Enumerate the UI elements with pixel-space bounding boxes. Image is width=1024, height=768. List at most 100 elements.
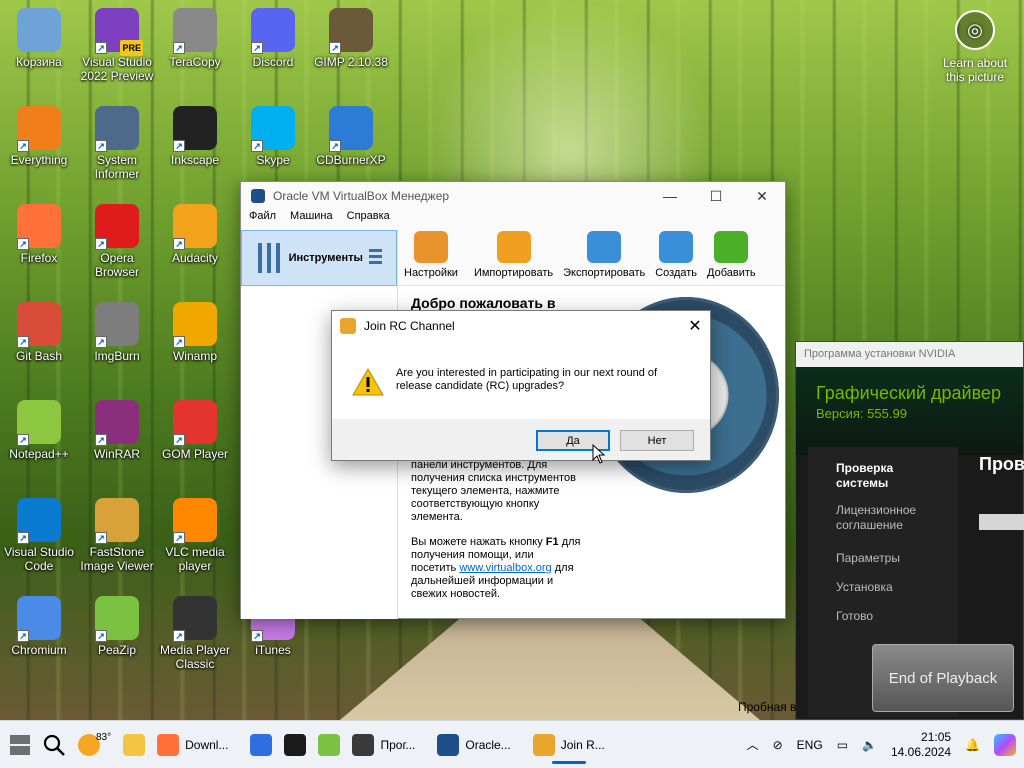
- desktop-icon-opera[interactable]: ↗ Opera Browser: [80, 204, 154, 279]
- desktop-icon-cdburnerxp[interactable]: ↗ CDBurnerXP: [314, 106, 388, 167]
- desktop-icon-everything[interactable]: ↗ Everything: [2, 106, 76, 167]
- taskbar-store[interactable]: [244, 725, 278, 765]
- step-license: Лицензионное соглашение: [836, 503, 917, 532]
- taskbar-file-explorer[interactable]: [117, 725, 151, 765]
- clock[interactable]: 21:05 14.06.2024: [891, 730, 951, 760]
- desktop-icon-firefox[interactable]: ↗ Firefox: [2, 204, 76, 265]
- desktop-icon-visual-studio[interactable]: ↗ PRE Visual Studio 2022 Preview: [80, 8, 154, 83]
- tools-item[interactable]: Инструменты: [241, 230, 397, 286]
- taskbar-join-rc[interactable]: Join R...: [527, 725, 611, 765]
- volume-icon[interactable]: 🔈: [862, 738, 877, 752]
- add-button[interactable]: Добавить: [702, 231, 761, 279]
- preview-badge: PRE: [120, 40, 143, 56]
- shortcut-arrow-icon: ↗: [329, 42, 341, 54]
- virtualbox-link[interactable]: www.virtualbox.org: [459, 562, 551, 574]
- settings-button[interactable]: Настройки: [399, 231, 463, 279]
- dialog-titlebar[interactable]: Join RC Channel ✕: [332, 311, 710, 341]
- desktop-icon-winrar[interactable]: ↗ WinRAR: [80, 400, 154, 461]
- winrar-icon: ↗: [95, 400, 139, 446]
- copilot-icon[interactable]: [994, 733, 1016, 756]
- join-rc-icon: [532, 733, 555, 756]
- audacity-icon: ↗: [173, 204, 217, 250]
- vlc-icon: ↗: [173, 498, 217, 544]
- desktop-icon-gimp[interactable]: ↗ GIMP 2.10.38: [314, 8, 388, 69]
- export-button[interactable]: Экспортировать: [558, 231, 650, 279]
- welcome-text-2: Вы можете нажать кнопку F1 для получения…: [411, 536, 581, 601]
- shortcut-arrow-icon: ↗: [95, 336, 107, 348]
- desktop-icon-chromium[interactable]: ↗ Chromium: [2, 596, 76, 657]
- desktop-icon-notepad-plus-plus[interactable]: ↗ Notepad++: [2, 400, 76, 461]
- taskbar-iphone-app[interactable]: [278, 725, 312, 765]
- menu-machine[interactable]: Машина: [290, 210, 333, 230]
- virtualbox-logo-icon: [251, 189, 265, 203]
- taskbar-nvidia-installer[interactable]: Прог...: [346, 725, 421, 765]
- step-finish: Готово: [836, 609, 874, 623]
- dialog-close-button[interactable]: ✕: [680, 316, 710, 336]
- menu-help[interactable]: Справка: [347, 210, 390, 230]
- import-button[interactable]: Импортировать: [469, 231, 558, 279]
- desktop-icon-git-bash[interactable]: ↗ Git Bash: [2, 302, 76, 363]
- taskbar-virtualbox[interactable]: Oracle...: [431, 725, 516, 765]
- shortcut-arrow-icon: ↗: [173, 238, 185, 250]
- chevron-up-icon[interactable]: ︿: [747, 736, 759, 753]
- taskbar-app-tb[interactable]: [312, 725, 346, 765]
- desktop-icon-label: ImgBurn: [94, 349, 140, 363]
- cdburnerxp-icon: ↗: [329, 106, 373, 152]
- shortcut-arrow-icon: ↗: [95, 630, 107, 642]
- notifications-bell-icon[interactable]: 🔔: [965, 738, 980, 752]
- desktop-icon-label: Корзина: [16, 55, 62, 69]
- desktop-icon-discord[interactable]: ↗ Discord: [236, 8, 310, 69]
- minimize-button[interactable]: —: [647, 182, 693, 210]
- desktop-icon-system-informer[interactable]: ↗ System Informer: [80, 106, 154, 181]
- desktop-icon-label: Winamp: [172, 349, 217, 363]
- shortcut-arrow-icon: ↗: [251, 630, 263, 642]
- language-indicator[interactable]: ENG: [797, 738, 823, 752]
- app-tb-icon: [318, 733, 341, 756]
- desktop-icon-skype[interactable]: ↗ Skype: [236, 106, 310, 167]
- desktop-icon-label: Discord: [252, 55, 294, 69]
- desktop-icon-label: Visual Studio Code: [4, 545, 74, 573]
- close-button[interactable]: ✕: [739, 182, 785, 210]
- desktop-icon-inkscape[interactable]: ↗ Inkscape: [158, 106, 232, 167]
- search-button[interactable]: [36, 725, 72, 765]
- visual-studio-icon: ↗ PRE: [95, 8, 143, 56]
- taskbar-firefox-download[interactable]: Downl...: [151, 725, 234, 765]
- create-button[interactable]: Создать: [650, 231, 702, 279]
- taskbar-app-label: Прог...: [380, 737, 416, 752]
- desktop-icon-faststone[interactable]: ↗ FastStone Image Viewer: [80, 498, 154, 573]
- desktop-icon-label: Notepad++: [9, 447, 69, 461]
- no-button[interactable]: Нет: [620, 430, 694, 451]
- desktop-icon-label: Visual Studio 2022 Preview: [80, 55, 154, 83]
- display-icon[interactable]: ▭: [837, 738, 848, 752]
- taskbar-app-label: Downl...: [185, 737, 229, 752]
- start-button[interactable]: [0, 725, 36, 765]
- desktop-icon-recycle-bin[interactable]: Корзина: [2, 8, 76, 69]
- teracopy-icon: ↗: [173, 8, 217, 54]
- desktop-icon-label: iTunes: [255, 643, 291, 657]
- join-rc-dialog[interactable]: Join RC Channel ✕ Are you interested in …: [331, 310, 711, 461]
- desktop-icon-label: GOM Player: [161, 447, 228, 461]
- virtualbox-titlebar[interactable]: Oracle VM VirtualBox Менеджер — ☐ ✕: [241, 182, 785, 210]
- desktop-icon-teracopy[interactable]: ↗ TeraCopy: [158, 8, 232, 69]
- desktop-icon-winamp[interactable]: ↗ Winamp: [158, 302, 232, 363]
- desktop-icon-vlc[interactable]: ↗ VLC media player: [158, 498, 232, 573]
- learn-about-picture[interactable]: ◎ Learn about this picture: [938, 10, 1012, 84]
- weather-temp: 83°: [96, 732, 112, 743]
- network-off-icon[interactable]: ⊘: [773, 738, 783, 752]
- shortcut-arrow-icon: ↗: [173, 42, 185, 54]
- desktop-icon-gom-player[interactable]: ↗ GOM Player: [158, 400, 232, 461]
- shortcut-arrow-icon: ↗: [17, 630, 29, 642]
- end-of-playback-overlay: End of Playback: [872, 644, 1014, 712]
- shortcut-arrow-icon: ↗: [17, 336, 29, 348]
- menu-file[interactable]: Файл: [249, 210, 276, 230]
- weather-widget[interactable]: 83°: [72, 725, 117, 765]
- nvidia-titlebar[interactable]: Программа установки NVIDIA: [796, 342, 1023, 367]
- tools-icon: [258, 243, 283, 273]
- desktop-icon-audacity[interactable]: ↗ Audacity: [158, 204, 232, 265]
- maximize-button[interactable]: ☐: [693, 182, 739, 210]
- desktop-icon-mpc[interactable]: ↗ Media Player Classic: [158, 596, 232, 671]
- desktop-icon-peazip[interactable]: ↗ PeaZip: [80, 596, 154, 657]
- desktop-icon-imgburn[interactable]: ↗ ImgBurn: [80, 302, 154, 363]
- welcome-text: панели инструментов. Для получения списк…: [411, 459, 581, 601]
- desktop-icon-vscode[interactable]: ↗ Visual Studio Code: [2, 498, 76, 573]
